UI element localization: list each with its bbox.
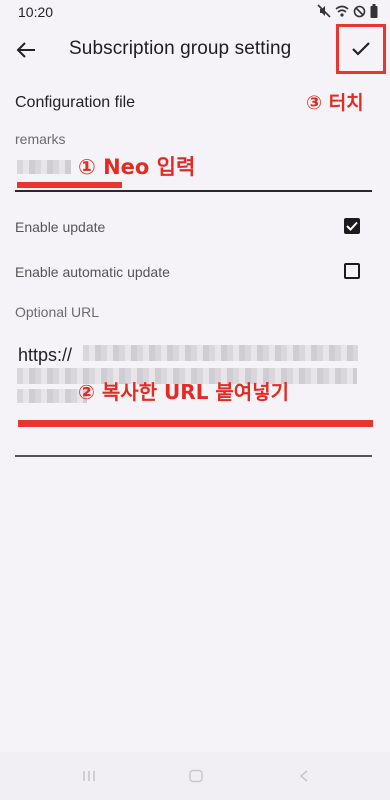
url-prefix: https:// — [18, 345, 73, 365]
annotation-step1: ① Neo 입력 — [78, 155, 196, 179]
annotation-step3: ③ 터치 — [306, 92, 364, 114]
blurred-url-line3 — [17, 389, 87, 403]
optional-url-label: Optional URL — [15, 304, 100, 320]
back-button[interactable] — [10, 36, 42, 64]
blurred-url-line1 — [83, 345, 358, 361]
arrow-left-icon — [16, 42, 35, 58]
home-button[interactable] — [184, 766, 208, 786]
back-nav-icon — [299, 770, 308, 782]
status-icons — [317, 4, 378, 18]
enable-auto-update-label: Enable automatic update — [15, 264, 170, 280]
blurred-remarks-value — [17, 160, 71, 174]
wifi-icon — [335, 5, 349, 17]
page-title: Subscription group setting — [69, 38, 292, 59]
back-nav-button[interactable] — [292, 766, 316, 786]
section-title: Configuration file — [15, 94, 136, 111]
toolbar: Subscription group setting — [0, 24, 390, 76]
annotation-underline-url — [18, 420, 373, 427]
status-time: 10:20 — [18, 4, 54, 20]
enable-update-label: Enable update — [15, 219, 106, 235]
remarks-label: remarks — [15, 131, 66, 147]
recents-button[interactable] — [77, 766, 101, 786]
enable-auto-update-checkbox[interactable] — [344, 263, 360, 279]
block-icon — [353, 5, 366, 17]
enable-update-checkbox[interactable] — [344, 218, 360, 234]
annotation-step2: ② 복사한 URL 붙여넣기 — [78, 380, 290, 404]
checkmark-icon — [346, 221, 358, 231]
check-icon — [352, 42, 370, 56]
confirm-button[interactable] — [336, 24, 386, 74]
mute-icon — [317, 4, 331, 18]
home-icon — [189, 769, 203, 783]
annotation-underline-remarks — [17, 182, 122, 188]
system-nav-bar — [0, 752, 390, 800]
status-bar: 10:20 — [0, 0, 390, 24]
recents-icon — [83, 771, 95, 781]
battery-icon — [370, 4, 378, 18]
